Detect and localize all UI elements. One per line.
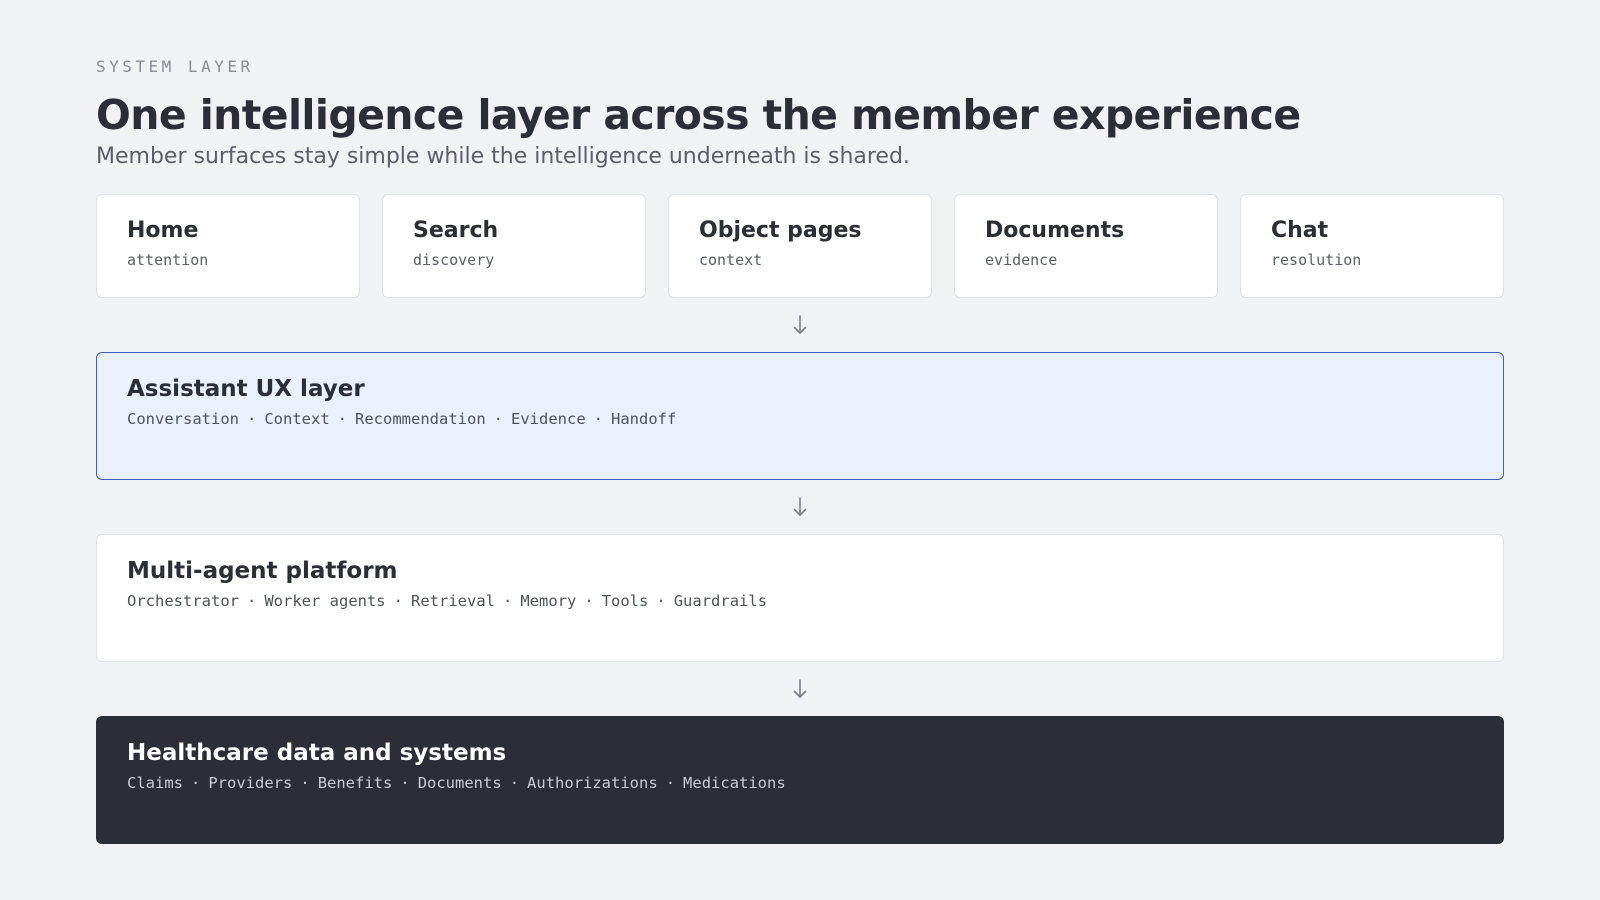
page-title: One intelligence layer across the member… xyxy=(96,91,1301,139)
item-separator: · xyxy=(584,592,594,610)
surface-subtitle: attention xyxy=(127,251,209,269)
item-separator: · xyxy=(593,410,603,428)
surface-subtitle: evidence xyxy=(985,251,1058,269)
surface-title: Home xyxy=(127,218,199,243)
item-separator: · xyxy=(400,774,410,792)
layer-item: Recommendation xyxy=(355,410,486,428)
item-separator: · xyxy=(246,410,257,428)
layer-item: Providers xyxy=(208,774,293,792)
surface-card-chat: Chat resolution xyxy=(1240,194,1504,298)
layer-item: Claims xyxy=(127,774,183,792)
flow-arrow xyxy=(96,480,1504,534)
layer-items: Conversation · Context · Recommendation · Evid… xyxy=(127,409,1473,429)
item-separator: · xyxy=(337,410,347,428)
item-separator: · xyxy=(656,592,666,610)
arrow-down-icon xyxy=(793,497,807,516)
item-separator: · xyxy=(493,410,503,428)
item-separator: · xyxy=(503,592,513,610)
layer-item: Evidence xyxy=(511,410,586,428)
layer-item: Guardrails xyxy=(673,592,768,610)
surface-subtitle: discovery xyxy=(413,251,495,269)
layer-item: Handoff xyxy=(611,410,677,428)
surface-title: Documents xyxy=(985,218,1125,243)
layer-title: Multi-agent platform xyxy=(127,558,398,584)
layer-item: Retrieval xyxy=(411,592,495,610)
assistant-ux-layer: Assistant UX layer Conversation · Context ·… xyxy=(96,352,1504,480)
member-surfaces-row: Home attention Search discovery Object p… xyxy=(96,194,1504,298)
surface-title: Chat xyxy=(1271,218,1329,243)
layer-item: Conversation xyxy=(127,410,239,428)
layer-items: Claims · Providers · Benefits · Documents · Auth… xyxy=(127,773,1473,793)
flow-arrow xyxy=(96,662,1504,716)
item-separator: · xyxy=(509,774,520,792)
surface-card-documents: Documents evidence xyxy=(954,194,1218,298)
item-separator: · xyxy=(246,592,257,610)
surface-subtitle: context xyxy=(699,251,763,269)
flow-arrow xyxy=(96,298,1504,352)
item-separator: · xyxy=(191,774,201,792)
arrow-down-icon xyxy=(793,679,807,698)
surface-card-home: Home attention xyxy=(96,194,360,298)
layer-item: Worker agents xyxy=(264,592,386,610)
layer-item: Benefits xyxy=(317,774,393,792)
layer-item: Medications xyxy=(683,774,786,792)
eyebrow-label: SYSTEM LAYER xyxy=(96,57,254,76)
layer-item: Orchestrator xyxy=(127,592,239,610)
healthcare-data-layer: Healthcare data and systems Claims · Provi… xyxy=(96,716,1504,844)
layer-title: Healthcare data and systems xyxy=(127,740,507,766)
item-separator: · xyxy=(393,592,403,610)
layer-items: Orchestrator · Worker agents · Retrieval · Mem… xyxy=(127,591,1473,611)
surface-title: Search xyxy=(413,218,499,243)
layer-item: Authorizations xyxy=(527,774,658,792)
item-separator: · xyxy=(665,774,676,792)
layer-item: Tools xyxy=(601,592,649,610)
item-separator: · xyxy=(300,774,310,792)
multi-agent-platform-layer: Multi-agent platform Orchestrator · Worker… xyxy=(96,534,1504,662)
surface-subtitle: resolution xyxy=(1271,251,1362,269)
layer-item: Context xyxy=(264,410,330,428)
surface-card-search: Search discovery xyxy=(382,194,646,298)
layer-item: Documents xyxy=(417,774,502,792)
arrow-down-icon xyxy=(793,315,807,334)
page-subtitle: Member surfaces stay simple while the in… xyxy=(96,144,910,169)
surface-title: Object pages xyxy=(699,218,862,243)
layer-item: Memory xyxy=(520,592,577,610)
system-layer-diagram: SYSTEM LAYER One intelligence layer acro… xyxy=(96,56,1504,844)
layer-title: Assistant UX layer xyxy=(127,376,365,402)
surface-card-object-pages: Object pages context xyxy=(668,194,932,298)
